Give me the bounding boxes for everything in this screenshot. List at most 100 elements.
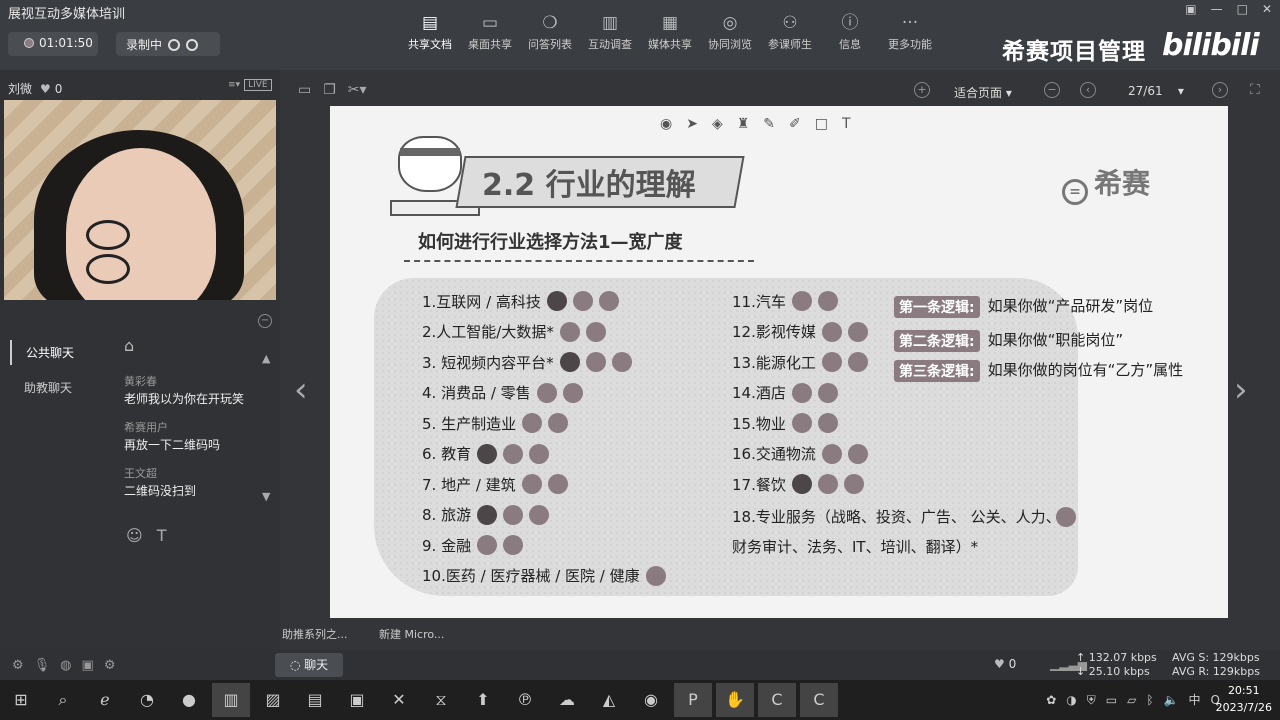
zoom-out-icon[interactable]: − <box>1044 82 1060 98</box>
app-window: 展视互动多媒体培训 01:01:50 录制中 ▤ 共享文档 ▭ 桌面共享 ❍ 问答列表… <box>0 0 1280 720</box>
doc-app-icon[interactable]: ▣ <box>338 683 376 717</box>
scroll-down-icon[interactable]: ▼ <box>262 490 270 503</box>
prev-slide-arrow[interactable]: ‹ <box>294 370 308 410</box>
xmind-icon[interactable]: ✕ <box>380 683 418 717</box>
next-slide-arrow[interactable]: › <box>1234 370 1248 410</box>
cloud-icon[interactable]: ☁ <box>548 683 586 717</box>
tab-assistant-chat[interactable]: 助教聊天 <box>10 375 74 400</box>
record-icon <box>168 39 181 51</box>
maximize-icon[interactable]: □ <box>1237 2 1248 16</box>
tool-media-share[interactable]: ▦ 媒体共享 <box>640 10 700 62</box>
wechat-icon[interactable]: ✿ <box>1046 684 1056 716</box>
recent-file[interactable]: 新建 Micro... <box>379 628 444 641</box>
tool-qa-list[interactable]: ❍ 问答列表 <box>520 10 580 62</box>
rating-dot <box>503 504 524 525</box>
bilibili-logo: bilibili <box>1162 28 1260 63</box>
tool-more[interactable]: ··· 更多功能 <box>880 10 940 62</box>
tab-public-chat[interactable]: 公共聊天 <box>10 340 74 365</box>
survey-icon: ▥ <box>601 13 619 33</box>
ie-icon[interactable]: ℯ <box>86 683 124 717</box>
text-format-icon[interactable]: T <box>157 526 167 545</box>
rating-dot <box>503 443 524 464</box>
menu-icon[interactable]: ▣ <box>1185 2 1196 16</box>
tool-desktop-share[interactable]: ▭ 桌面共享 <box>460 10 520 62</box>
save-icon[interactable]: ▤ <box>296 683 334 717</box>
clear-icon[interactable]: ♜ <box>737 116 750 132</box>
next-page-icon[interactable]: › <box>1212 82 1228 98</box>
collapse-icon[interactable]: − <box>258 314 272 328</box>
bluetooth-icon[interactable]: ᛒ <box>1146 684 1153 716</box>
search-icon[interactable]: ⌕ <box>44 683 82 717</box>
tool-participants[interactable]: ⚇ 参课师生 <box>760 10 820 62</box>
ime-indicator[interactable]: 中 <box>1189 684 1201 716</box>
tool-co-browse[interactable]: ◎ 协同浏览 <box>700 10 760 62</box>
copy-icon[interactable]: ❐ <box>323 82 336 98</box>
emoji-icon[interactable]: ☺ <box>126 526 143 545</box>
camera-icon[interactable]: ◍ <box>60 658 71 673</box>
start-icon[interactable]: ⊞ <box>2 683 40 717</box>
cut-icon[interactable]: ✂▾ <box>348 82 367 98</box>
tool-info[interactable]: ⓘ 信息 <box>820 10 880 62</box>
pen-icon[interactable]: ✎ <box>763 116 775 132</box>
recording-button[interactable]: 录制中 <box>116 32 220 56</box>
zoom-in-icon[interactable]: + <box>914 82 930 98</box>
minimize-icon[interactable]: — <box>1211 2 1223 16</box>
recorder-icon[interactable]: ◉ <box>632 683 670 717</box>
industry-item-18: 18.专业服务（战略、投资、广告、 公关、人力、财务审计、法务、IT、培训、翻译… <box>732 502 1076 562</box>
c-app-icon[interactable]: C <box>758 683 796 717</box>
gear-icon[interactable]: ⚙ <box>104 658 116 673</box>
obs-icon[interactable]: ● <box>170 683 208 717</box>
list-icon[interactable]: ≡▾ <box>228 80 240 90</box>
laser-icon[interactable]: ◉ <box>660 116 672 132</box>
recent-file[interactable]: 助推系列之... <box>282 628 348 641</box>
prev-page-icon[interactable]: ‹ <box>1080 82 1096 98</box>
battery-icon[interactable]: ▭ <box>1106 684 1117 716</box>
p-app-icon[interactable]: ℗ <box>506 683 544 717</box>
main-toolbar: ▤ 共享文档 ▭ 桌面共享 ❍ 问答列表 ▥ 互动调查 ▦ 媒体共享 ◎ 协同浏览 ⚇ 参课师… <box>400 10 940 62</box>
heart-icon[interactable]: ♥ <box>994 657 1005 671</box>
volume-icon[interactable]: 🔈 <box>1164 684 1179 716</box>
tray-app-icon[interactable]: ◑ <box>1066 684 1076 716</box>
shield-icon[interactable]: ⛨ <box>1087 684 1096 716</box>
tool-survey[interactable]: ▥ 互动调查 <box>580 10 640 62</box>
logic-text: 如果你做“职能岗位” <box>987 331 1124 349</box>
presenter-app-icon[interactable]: ▥ <box>212 683 250 717</box>
pointer-icon[interactable]: ➤ <box>686 116 698 132</box>
clock[interactable]: 20:51 2023/7/26 <box>1216 682 1272 716</box>
rating-dot <box>546 291 567 312</box>
network-icon[interactable]: ▱ <box>1127 684 1136 716</box>
share-icon[interactable]: ⬆ <box>464 683 502 717</box>
screen-icon[interactable]: ▣ <box>82 658 94 673</box>
pdf-icon[interactable]: ⧖ <box>422 683 460 717</box>
nvidia-icon[interactable]: ◭ <box>590 683 628 717</box>
page-indicator[interactable]: 27/61 ▾ <box>1128 84 1184 98</box>
chat-button[interactable]: ◌ 聊天 <box>275 653 343 677</box>
fit-page-select[interactable]: 适合页面 ▾ <box>954 84 1012 101</box>
timer[interactable]: 01:01:50 <box>8 32 98 56</box>
text-tool-icon[interactable]: T <box>842 116 851 132</box>
notes-icon[interactable]: ▨ <box>254 683 292 717</box>
left-panel: 刘微 ♥ 0 ≡▾ LIVE − 公共聊天 助教聊天 ⌂ 黄彩春 老师我以为你在开玩笑… <box>0 70 280 680</box>
chat-avatar-icon: ⌂ <box>124 336 135 355</box>
industry-item: 1.互联网 / 高科技 <box>422 286 666 317</box>
eraser-icon[interactable]: ◈ <box>712 116 723 132</box>
c-app-2-icon[interactable]: C <box>800 683 838 717</box>
rectangle-icon[interactable]: □ <box>815 116 828 132</box>
heart-icon[interactable]: ♥ <box>40 82 51 96</box>
xisai-app-icon[interactable]: ✋ <box>716 683 754 717</box>
scroll-up-icon[interactable]: ▲ <box>262 352 270 365</box>
tool-shared-doc[interactable]: ▤ 共享文档 <box>400 10 460 62</box>
mic-icon[interactable]: 🎙 <box>34 658 51 673</box>
powerpoint-icon[interactable]: P <box>674 683 712 717</box>
presenter-video <box>4 100 276 300</box>
tool-label: 互动调查 <box>588 38 632 51</box>
rating-dot <box>585 352 606 373</box>
fullscreen-icon[interactable]: ⛶ <box>1250 82 1260 98</box>
highlighter-icon[interactable]: ✐ <box>789 116 801 132</box>
chat-app-icon[interactable]: ◔ <box>128 683 166 717</box>
settings-icon[interactable]: ⚙ <box>12 658 24 673</box>
folder-icon[interactable]: ▭ <box>298 82 311 98</box>
close-icon[interactable]: ✕ <box>1262 2 1272 16</box>
rating-dot <box>847 321 868 342</box>
app-title: 展视互动多媒体培训 <box>8 7 126 22</box>
